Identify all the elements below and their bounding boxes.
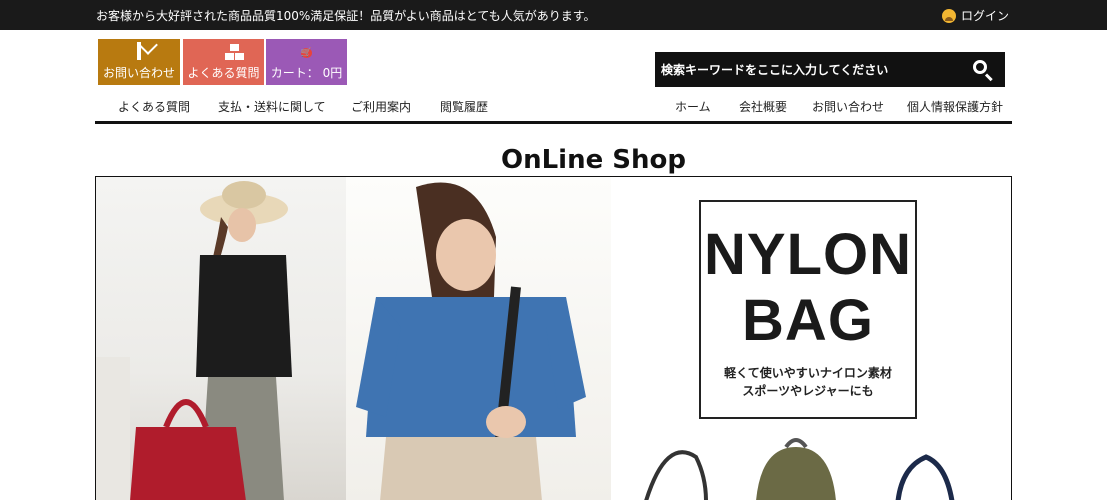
cart-icon: 🛒 bbox=[300, 48, 313, 58]
model-photo-denim bbox=[346, 177, 611, 500]
nav-item-faq[interactable]: よくある質問 bbox=[118, 98, 190, 115]
nav-divider bbox=[95, 121, 1012, 124]
cart-total-label: カート： 0円 bbox=[270, 66, 343, 80]
bag-products-illustration bbox=[644, 438, 955, 500]
login-label: ログイン bbox=[961, 9, 1010, 23]
search-box[interactable]: 検索キーワードをここに入力してください bbox=[655, 52, 1005, 87]
faq-tile-button[interactable]: よくある質問 bbox=[183, 39, 264, 85]
model-photo-hat-illustration bbox=[96, 181, 292, 500]
page-title: OnLine Shop bbox=[501, 145, 686, 175]
faq-tile-label: よくある質問 bbox=[187, 66, 260, 80]
nav-item-company[interactable]: 会社概要 bbox=[739, 98, 787, 115]
promo-subtext-line1: 軽くて使いやすいナイロン素材 bbox=[724, 366, 892, 380]
announcement-text: お客様から大好評された商品品質100%満足保証！品質がよい商品はとても人気があり… bbox=[96, 9, 596, 23]
search-input[interactable]: 検索キーワードをここに入力してください bbox=[661, 61, 888, 78]
contact-tile-button[interactable]: お問い合わせ bbox=[98, 39, 180, 85]
user-icon bbox=[942, 8, 956, 23]
promo-subtext-line2: スポーツやレジャーにも bbox=[742, 384, 874, 398]
model-photo-denim-illustration bbox=[356, 182, 586, 500]
promo-heading-line1: NYLON bbox=[704, 222, 912, 287]
top-announcement-bar: お客様から大好評された商品品質100%満足保証！品質がよい商品はとても人気があり… bbox=[0, 0, 1107, 30]
cart-tile-button[interactable]: 🛒 カート： 0円 bbox=[266, 39, 347, 85]
nav-item-contact[interactable]: お問い合わせ bbox=[812, 98, 884, 115]
login-link[interactable]: ログイン bbox=[942, 7, 1009, 24]
nav-item-home[interactable]: ホーム bbox=[675, 98, 711, 115]
promo-heading: NYLON BAG bbox=[701, 222, 915, 354]
promo-heading-line2: BAG bbox=[742, 288, 874, 353]
model-photo-hat bbox=[96, 177, 346, 500]
boxes-icon bbox=[183, 44, 264, 62]
nav-item-privacy[interactable]: 個人情報保護方針 bbox=[907, 98, 1003, 115]
promo-subtext: 軽くて使いやすいナイロン素材 スポーツやレジャーにも bbox=[701, 364, 915, 400]
nylon-bag-promo: NYLON BAG 軽くて使いやすいナイロン素材 スポーツやレジャーにも bbox=[699, 200, 917, 419]
nav-item-history[interactable]: 閲覧履歴 bbox=[440, 98, 488, 115]
nav-item-payment-shipping[interactable]: 支払・送料に関して bbox=[218, 98, 326, 115]
hero-banner[interactable]: NYLON BAG 軽くて使いやすいナイロン素材 スポーツやレジャーにも bbox=[95, 176, 1012, 500]
search-button[interactable] bbox=[971, 58, 995, 82]
mail-icon bbox=[98, 42, 180, 62]
contact-tile-label: お問い合わせ bbox=[102, 66, 175, 80]
nav-item-guide[interactable]: ご利用案内 bbox=[351, 98, 411, 115]
